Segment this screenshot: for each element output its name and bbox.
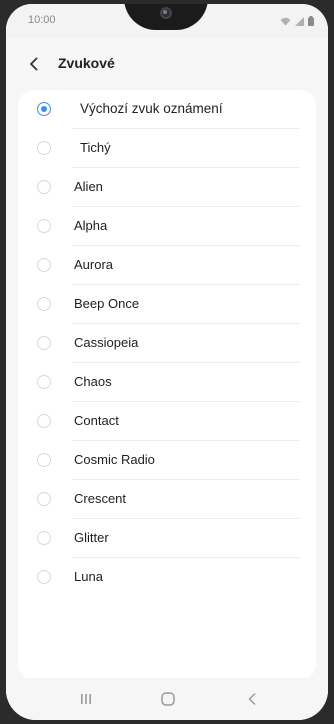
list-item-label: Crescent [74,491,127,506]
signal-icon [295,13,304,31]
radio-button[interactable] [37,258,51,272]
radio-button[interactable] [37,141,51,155]
list-item-label: Luna [74,569,103,584]
recent-apps-icon[interactable] [74,687,98,711]
radio-button[interactable] [37,297,51,311]
radio-button[interactable] [37,492,51,506]
status-bar: 10:00 [6,4,328,38]
app-bar: Zvukové [6,48,328,80]
list-item-label: Výchozí zvuk oznámení [80,101,223,116]
status-time: 10:00 [28,14,56,26]
list-item[interactable]: Contact [18,402,316,441]
list-item[interactable]: Alpha [18,207,316,246]
page-title: Zvukové [58,55,115,71]
radio-button[interactable] [37,570,51,584]
list-item-label: Chaos [74,374,112,389]
list-item-label: Glitter [74,530,109,545]
phone-screen: 10:00 Zvukové Výchozí zvuk oznámení Tich… [6,4,328,720]
home-icon[interactable] [156,687,180,711]
wifi-icon [280,13,291,31]
battery-icon [308,13,314,31]
camera-notch [124,4,208,30]
list-item[interactable]: Cassiopeia [18,324,316,363]
navigation-bar [6,678,328,720]
chevron-left-icon[interactable] [24,54,44,74]
radio-button[interactable] [37,414,51,428]
list-item-label: Tichý [80,140,111,155]
list-item[interactable]: Alien [18,168,316,207]
list-item[interactable]: Crescent [18,480,316,519]
list-item-label: Alien [74,179,103,194]
front-camera-icon [160,7,172,19]
list-item[interactable]: Glitter [18,519,316,558]
radio-button[interactable] [37,180,51,194]
list-item-label: Alpha [74,218,108,233]
list-item[interactable]: Aurora [18,246,316,285]
list-item-label: Contact [74,413,119,428]
list-item[interactable]: Cosmic Radio [18,441,316,480]
list-item-label: Beep Once [74,296,140,311]
list-item-label: Aurora [74,257,114,272]
radio-button[interactable] [37,531,51,545]
sound-list: Výchozí zvuk oznámení Tichý Alien Alpha Auro… [18,90,316,680]
radio-button-checked[interactable] [37,102,51,116]
list-item[interactable]: Výchozí zvuk oznámení [18,90,316,129]
list-item[interactable]: Chaos [18,363,316,402]
list-item[interactable]: Beep Once [18,285,316,324]
radio-button[interactable] [37,375,51,389]
radio-button[interactable] [37,336,51,350]
list-item[interactable]: Luna [18,558,316,597]
radio-button[interactable] [37,453,51,467]
back-icon[interactable] [240,687,264,711]
status-icons [280,13,314,31]
list-item-label: Cosmic Radio [74,452,155,467]
list-item-label: Cassiopeia [74,335,139,350]
radio-button[interactable] [37,219,51,233]
list-item[interactable]: Tichý [18,129,316,168]
